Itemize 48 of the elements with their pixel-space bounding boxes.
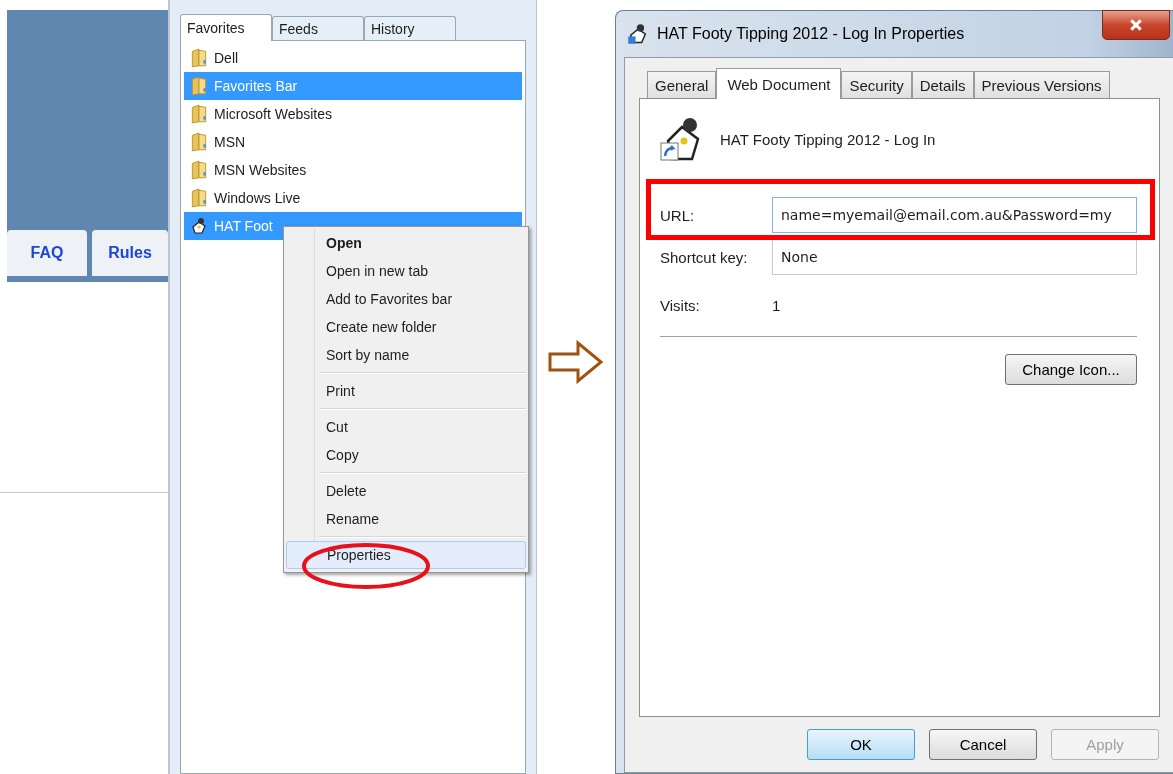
figure-icon xyxy=(627,23,649,45)
menu-item[interactable]: Delete xyxy=(286,477,526,505)
nav-tab[interactable]: Rules xyxy=(92,230,168,276)
folder-icon xyxy=(190,76,208,96)
window-title: HAT Footy Tipping 2012 - Log In Properties xyxy=(657,25,965,43)
menu-item[interactable]: Properties xyxy=(286,541,526,569)
dialog-tab[interactable]: Previous Versions xyxy=(973,71,1110,98)
shortcut-name: HAT Footy Tipping 2012 - Log In xyxy=(720,130,936,148)
menu-item[interactable]: Open xyxy=(286,229,526,257)
dialog-tab[interactable]: Web Document xyxy=(716,68,842,99)
dialog-tab[interactable]: Security xyxy=(841,71,912,98)
favorite-item[interactable]: Microsoft Websites xyxy=(184,100,522,128)
input-field[interactable]: name=myemail@email.com.au&Password=my xyxy=(772,197,1137,233)
menu-item[interactable]: Rename xyxy=(286,505,526,533)
folder-icon xyxy=(190,188,208,208)
figure-icon xyxy=(190,216,208,236)
dialog-tab[interactable]: Details xyxy=(911,71,974,98)
field-label: Shortcut key: xyxy=(660,248,749,266)
menu-item[interactable]: Print xyxy=(286,377,526,405)
folder-icon xyxy=(190,104,208,124)
dialog-button[interactable]: Cancel xyxy=(929,729,1037,760)
folder-icon xyxy=(190,132,208,152)
menu-item[interactable]: Copy xyxy=(286,441,526,469)
visits-value: 1 xyxy=(772,297,781,314)
field-label: Visits: xyxy=(660,297,701,314)
menu-item[interactable]: Open in new tab xyxy=(286,257,526,285)
favorite-item[interactable]: Dell xyxy=(184,44,522,72)
folder-icon xyxy=(190,48,208,68)
pane-tab[interactable]: Favorites xyxy=(180,14,272,41)
favorite-item[interactable]: Windows Live xyxy=(184,184,522,212)
pane-tab[interactable]: History xyxy=(364,16,456,40)
close-button[interactable] xyxy=(1102,10,1170,40)
input-field[interactable]: None xyxy=(772,239,1137,275)
favorite-item[interactable]: MSN Websites xyxy=(184,156,522,184)
dialog-button[interactable]: OK xyxy=(807,729,915,760)
change-icon-button[interactable]: Change Icon... xyxy=(1005,354,1137,385)
nav-tab[interactable]: FAQ xyxy=(7,230,87,276)
arrow-icon xyxy=(548,340,604,384)
favorite-item[interactable]: MSN xyxy=(184,128,522,156)
pane-tab[interactable]: Feeds xyxy=(272,16,364,40)
dialog-tab[interactable]: General xyxy=(647,71,717,98)
menu-item[interactable]: Sort by name xyxy=(286,341,526,369)
menu-item[interactable]: Add to Favorites bar xyxy=(286,285,526,313)
field-label: URL: xyxy=(660,206,696,224)
close-icon xyxy=(1129,18,1143,32)
folder-icon xyxy=(190,160,208,180)
menu-item[interactable]: Create new folder xyxy=(286,313,526,341)
menu-item[interactable]: Cut xyxy=(286,413,526,441)
